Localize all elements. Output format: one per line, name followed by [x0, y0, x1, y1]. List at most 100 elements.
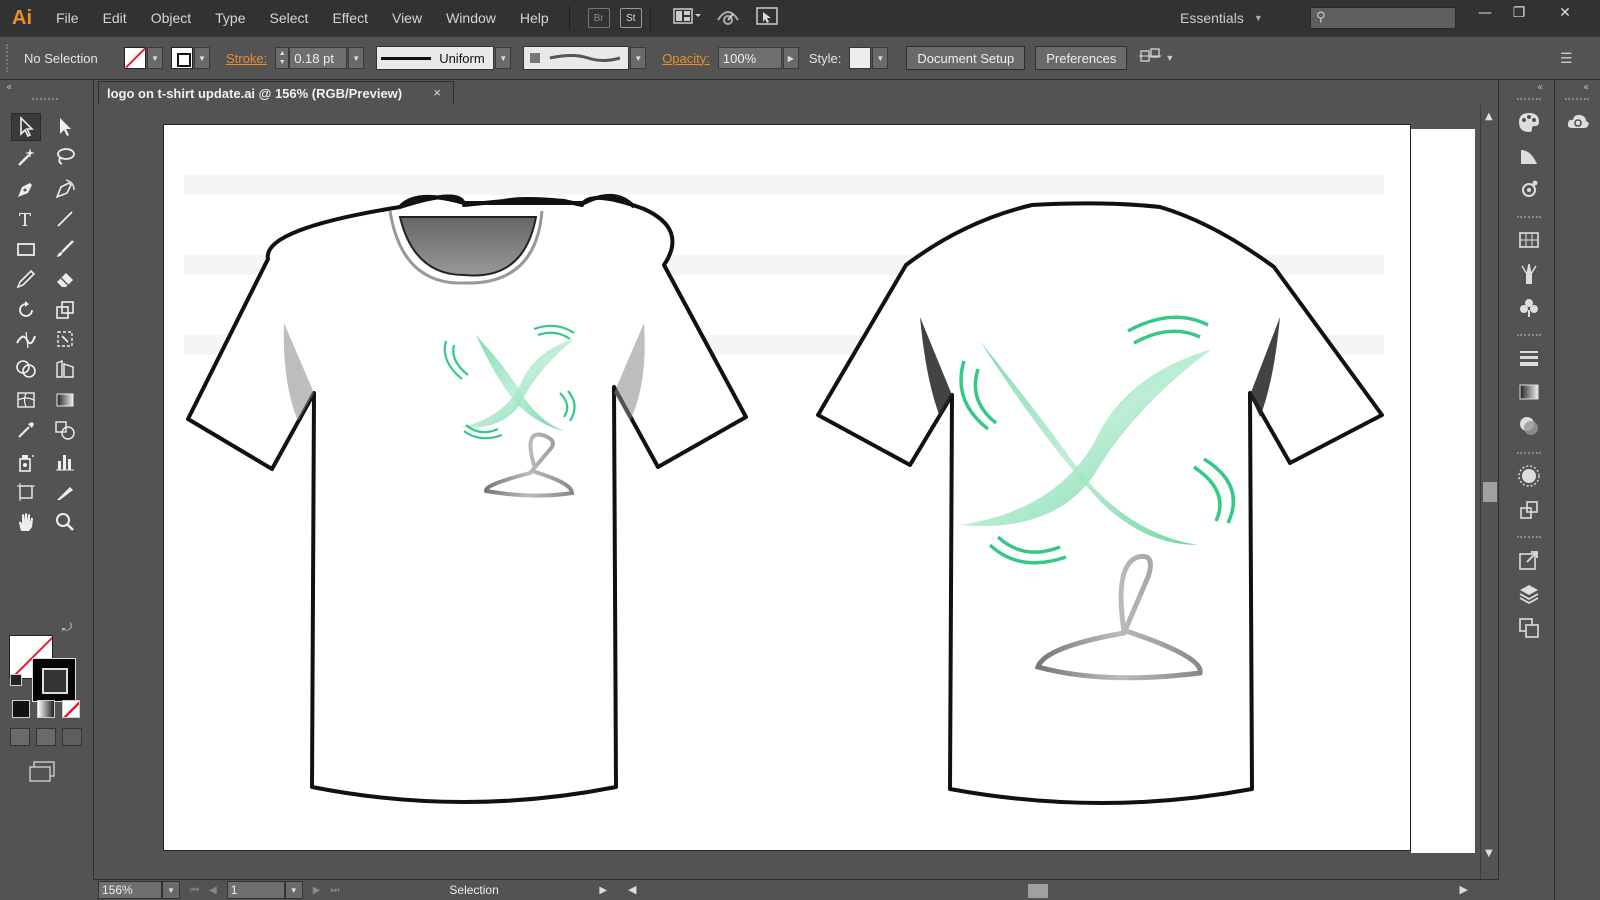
- column-graph-icon[interactable]: [50, 448, 80, 476]
- menu-file[interactable]: File: [44, 0, 91, 36]
- transparency-icon[interactable]: [1515, 412, 1543, 440]
- none-mode-icon[interactable]: [62, 700, 80, 718]
- direct-selection-tool-icon[interactable]: [50, 113, 80, 141]
- profile-dropdown-icon[interactable]: ▼: [495, 47, 512, 69]
- draw-inside-icon[interactable]: [62, 728, 82, 746]
- rectangle-tool-icon[interactable]: [11, 235, 41, 263]
- eraser-icon[interactable]: [50, 265, 80, 293]
- scale-icon[interactable]: [50, 296, 80, 324]
- artboard[interactable]: [163, 124, 1411, 851]
- canvas-area[interactable]: [94, 105, 1480, 879]
- pencil-icon[interactable]: [11, 265, 41, 293]
- zoom-level-field[interactable]: 156%: [98, 881, 162, 899]
- align-dropdown-icon[interactable]: ▼: [1165, 53, 1174, 63]
- panel-menu-icon[interactable]: ☰: [1560, 50, 1573, 67]
- vertical-scrollbar[interactable]: ▲ ▼: [1480, 105, 1498, 879]
- scroll-left-icon[interactable]: ◀: [628, 883, 636, 896]
- align-options-icon[interactable]: [1139, 47, 1162, 70]
- stroke-swatch[interactable]: [171, 47, 193, 69]
- layers-icon[interactable]: [1515, 580, 1543, 608]
- shape-builder-icon[interactable]: [11, 355, 41, 383]
- tshirt-back[interactable]: [816, 201, 1384, 805]
- opacity-label[interactable]: Opacity:: [662, 51, 710, 66]
- workspace-switcher-icon[interactable]: [755, 6, 779, 30]
- symbols-icon[interactable]: [1515, 294, 1543, 322]
- dock-grip[interactable]: [1517, 536, 1541, 538]
- selection-tool-icon[interactable]: [11, 113, 41, 141]
- dock-grip[interactable]: [1517, 216, 1541, 218]
- draw-behind-icon[interactable]: [36, 728, 56, 746]
- close-window-button[interactable]: ✕: [1548, 0, 1582, 26]
- blend-icon[interactable]: [50, 416, 80, 444]
- menu-object[interactable]: Object: [139, 0, 203, 36]
- search-help-box[interactable]: ⚲: [1310, 7, 1456, 29]
- minimize-button[interactable]: —: [1468, 0, 1502, 26]
- artboard-number-field[interactable]: 1: [226, 881, 285, 899]
- swap-fill-stroke-icon[interactable]: ⤾: [62, 620, 72, 635]
- preferences-button[interactable]: Preferences: [1035, 46, 1128, 70]
- menu-type[interactable]: Type: [203, 0, 257, 36]
- slice-icon[interactable]: [50, 478, 80, 506]
- zoom-tool-icon[interactable]: [50, 508, 80, 536]
- gpu-performance-icon[interactable]: [715, 6, 741, 30]
- draw-normal-icon[interactable]: [10, 728, 30, 746]
- last-artboard-icon[interactable]: ⏭: [330, 885, 339, 896]
- opacity-arrow-icon[interactable]: ▶: [782, 47, 799, 69]
- eyedropper-icon[interactable]: [11, 416, 41, 444]
- stroke-dropdown-icon[interactable]: ▼: [194, 47, 210, 69]
- collapse-toolbar-icon[interactable]: «: [6, 82, 12, 93]
- fill-swatch[interactable]: [124, 47, 146, 69]
- menu-select[interactable]: Select: [258, 0, 321, 36]
- close-tab-icon[interactable]: ×: [433, 85, 441, 100]
- document-tab[interactable]: logo on t-shirt update.ai @ 156% (RGB/Pr…: [98, 81, 454, 105]
- appearance-icon[interactable]: [1515, 462, 1543, 490]
- document-setup-button[interactable]: Document Setup: [906, 46, 1026, 70]
- menu-edit[interactable]: Edit: [91, 0, 139, 36]
- stroke-weight-field[interactable]: 0.18 pt: [289, 47, 348, 69]
- scroll-down-icon[interactable]: ▼: [1485, 848, 1493, 859]
- menu-window[interactable]: Window: [434, 0, 508, 36]
- stock-button[interactable]: St: [619, 8, 642, 28]
- scroll-up-icon[interactable]: ▲: [1485, 111, 1493, 122]
- dock-grip[interactable]: [1517, 334, 1541, 336]
- horizontal-scrollbar[interactable]: ◀ ▶: [628, 883, 1468, 899]
- color-icon[interactable]: [1515, 108, 1543, 136]
- menu-view[interactable]: View: [380, 0, 434, 36]
- search-input[interactable]: [1311, 8, 1455, 28]
- opacity-field[interactable]: 100%: [717, 47, 782, 69]
- arrange-documents-icon[interactable]: [672, 6, 701, 30]
- graphic-style-swatch[interactable]: [849, 47, 872, 69]
- perspective-grid-icon[interactable]: [50, 355, 80, 383]
- paintbrush-icon[interactable]: [50, 235, 80, 263]
- horizontal-scroll-thumb[interactable]: [1028, 884, 1048, 898]
- mesh-icon[interactable]: [11, 386, 41, 414]
- vertical-scroll-thumb[interactable]: [1483, 482, 1497, 502]
- symbol-sprayer-icon[interactable]: [11, 448, 41, 476]
- previous-artboard-icon[interactable]: ◀: [209, 885, 217, 896]
- menu-effect[interactable]: Effect: [320, 0, 380, 36]
- screen-mode-icon[interactable]: [28, 760, 58, 788]
- curvature-tool-icon[interactable]: [50, 175, 80, 203]
- lasso-icon[interactable]: [50, 143, 80, 171]
- collapse-dock-icon[interactable]: «: [1537, 82, 1543, 93]
- dock-grip[interactable]: [1565, 98, 1589, 100]
- color-mode-icon[interactable]: [12, 700, 30, 718]
- export-icon[interactable]: [1515, 546, 1543, 574]
- artboards-icon[interactable]: [1515, 614, 1543, 642]
- artboard-dropdown-icon[interactable]: ▼: [284, 881, 303, 899]
- rotate-icon[interactable]: [11, 296, 41, 324]
- color-guide-icon[interactable]: [1515, 142, 1543, 170]
- magic-wand-icon[interactable]: [11, 143, 41, 171]
- panel-grip[interactable]: [6, 44, 12, 72]
- hand-tool-icon[interactable]: [11, 508, 41, 536]
- workspace-selector[interactable]: Essentials ▼: [1180, 0, 1263, 36]
- swatches-icon[interactable]: [1515, 226, 1543, 254]
- next-artboard-icon[interactable]: ▶: [313, 885, 321, 896]
- free-transform-icon[interactable]: [50, 325, 80, 353]
- tshirt-front[interactable]: [186, 194, 748, 804]
- dock-grip[interactable]: [1517, 452, 1541, 454]
- zoom-dropdown-icon[interactable]: ▼: [162, 881, 180, 899]
- cc-libraries-icon[interactable]: [1564, 108, 1592, 136]
- variable-width-profile[interactable]: Uniform: [376, 46, 495, 70]
- stroke-label[interactable]: Stroke:: [226, 51, 267, 66]
